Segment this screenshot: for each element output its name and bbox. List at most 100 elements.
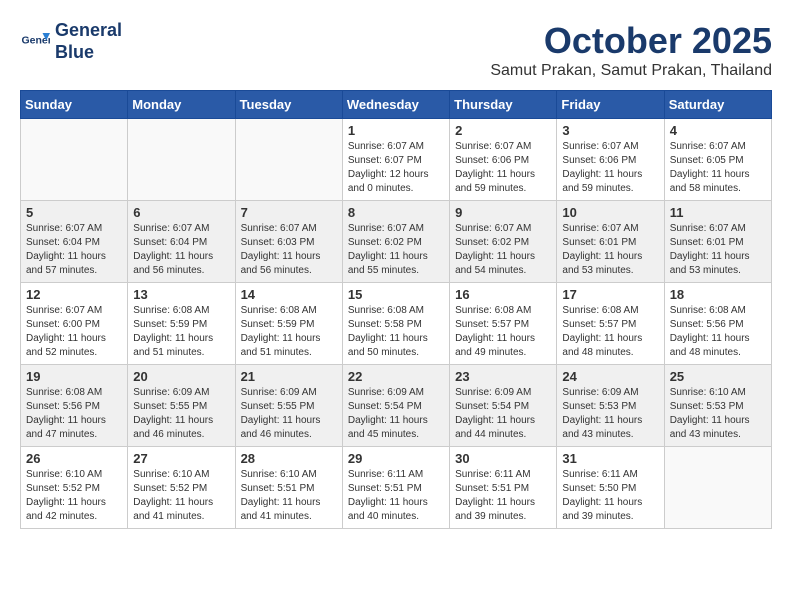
weekday-header: Tuesday xyxy=(235,91,342,119)
day-number: 10 xyxy=(562,205,658,220)
day-number: 28 xyxy=(241,451,337,466)
day-number: 26 xyxy=(26,451,122,466)
calendar-day-cell: 23Sunrise: 6:09 AM Sunset: 5:54 PM Dayli… xyxy=(450,365,557,447)
calendar-day-cell: 12Sunrise: 6:07 AM Sunset: 6:00 PM Dayli… xyxy=(21,283,128,365)
logo-text: General Blue xyxy=(55,20,122,63)
day-info: Sunrise: 6:07 AM Sunset: 6:06 PM Dayligh… xyxy=(562,140,658,196)
calendar-week-row: 19 Sunrise: 6:08 AM Sunset: 5:56 PM Dayli… xyxy=(21,365,772,447)
day-number: 18 xyxy=(670,287,766,302)
calendar-week-row: 5 Sunrise: 6:07 AM Sunset: 6:04 PM Daylig… xyxy=(21,201,772,283)
month-title: October 2025 xyxy=(490,20,772,62)
day-number: 11 xyxy=(670,205,766,220)
day-info: Sunrise: 6:08 AM Sunset: 5:59 PM Dayligh… xyxy=(241,304,337,360)
day-info: Sunrise: 6:09 AM Sunset: 5:53 PM Dayligh… xyxy=(562,386,658,442)
day-info: Sunrise: 6:11 AM Sunset: 5:51 PM Dayligh… xyxy=(455,468,551,524)
calendar-day-cell: 8 Sunrise: 6:07 AM Sunset: 6:02 PM Daylig… xyxy=(342,201,449,283)
calendar-day-cell: 29 Sunrise: 6:11 AM Sunset: 5:51 PM Dayli… xyxy=(342,447,449,529)
calendar-table: SundayMondayTuesdayWednesdayThursdayFrid… xyxy=(20,90,772,529)
day-info: Sunrise: 6:08 AM Sunset: 5:56 PM Dayligh… xyxy=(670,304,766,360)
calendar-week-row: 12Sunrise: 6:07 AM Sunset: 6:00 PM Dayli… xyxy=(21,283,772,365)
day-number: 6 xyxy=(133,205,229,220)
calendar-day-cell: 13 Sunrise: 6:08 AM Sunset: 5:59 PM Dayli… xyxy=(128,283,235,365)
day-info: Sunrise: 6:07 AM Sunset: 6:07 PM Dayligh… xyxy=(348,140,444,196)
day-number: 14 xyxy=(241,287,337,302)
logo-icon: General xyxy=(20,27,50,57)
weekday-header: Saturday xyxy=(664,91,771,119)
calendar-day-cell: 20 Sunrise: 6:09 AM Sunset: 5:55 PM Dayli… xyxy=(128,365,235,447)
calendar-day-cell: 2Sunrise: 6:07 AM Sunset: 6:06 PM Daylig… xyxy=(450,119,557,201)
day-info: Sunrise: 6:07 AM Sunset: 6:01 PM Dayligh… xyxy=(670,222,766,278)
day-number: 19 xyxy=(26,369,122,384)
title-section: October 2025 Samut Prakan, Samut Prakan,… xyxy=(490,20,772,80)
calendar-day-cell: 17Sunrise: 6:08 AM Sunset: 5:57 PM Dayli… xyxy=(557,283,664,365)
day-info: Sunrise: 6:10 AM Sunset: 5:51 PM Dayligh… xyxy=(241,468,337,524)
day-number: 27 xyxy=(133,451,229,466)
calendar-day-cell: 7Sunrise: 6:07 AM Sunset: 6:03 PM Daylig… xyxy=(235,201,342,283)
day-number: 20 xyxy=(133,369,229,384)
day-info: Sunrise: 6:07 AM Sunset: 6:01 PM Dayligh… xyxy=(562,222,658,278)
day-number: 16 xyxy=(455,287,551,302)
weekday-header: Monday xyxy=(128,91,235,119)
day-info: Sunrise: 6:08 AM Sunset: 5:56 PM Dayligh… xyxy=(26,386,122,442)
day-number: 13 xyxy=(133,287,229,302)
calendar-day-cell: 1 Sunrise: 6:07 AM Sunset: 6:07 PM Daylig… xyxy=(342,119,449,201)
day-info: Sunrise: 6:08 AM Sunset: 5:59 PM Dayligh… xyxy=(133,304,229,360)
day-number: 2 xyxy=(455,123,551,138)
location-title: Samut Prakan, Samut Prakan, Thailand xyxy=(490,62,772,80)
weekday-header: Thursday xyxy=(450,91,557,119)
day-number: 29 xyxy=(348,451,444,466)
calendar-header-row: SundayMondayTuesdayWednesdayThursdayFrid… xyxy=(21,91,772,119)
calendar-day-cell: 31 Sunrise: 6:11 AM Sunset: 5:50 PM Dayli… xyxy=(557,447,664,529)
calendar-day-cell xyxy=(664,447,771,529)
logo: General General Blue xyxy=(20,20,122,63)
calendar-day-cell: 4 Sunrise: 6:07 AM Sunset: 6:05 PM Daylig… xyxy=(664,119,771,201)
day-info: Sunrise: 6:11 AM Sunset: 5:51 PM Dayligh… xyxy=(348,468,444,524)
calendar-day-cell: 15 Sunrise: 6:08 AM Sunset: 5:58 PM Dayli… xyxy=(342,283,449,365)
day-number: 22 xyxy=(348,369,444,384)
weekday-header: Sunday xyxy=(21,91,128,119)
day-number: 1 xyxy=(348,123,444,138)
day-info: Sunrise: 6:08 AM Sunset: 5:57 PM Dayligh… xyxy=(455,304,551,360)
day-number: 12 xyxy=(26,287,122,302)
day-number: 23 xyxy=(455,369,551,384)
calendar-day-cell xyxy=(235,119,342,201)
day-number: 31 xyxy=(562,451,658,466)
day-info: Sunrise: 6:10 AM Sunset: 5:52 PM Dayligh… xyxy=(133,468,229,524)
day-info: Sunrise: 6:10 AM Sunset: 5:53 PM Dayligh… xyxy=(670,386,766,442)
day-number: 4 xyxy=(670,123,766,138)
day-number: 25 xyxy=(670,369,766,384)
day-info: Sunrise: 6:09 AM Sunset: 5:55 PM Dayligh… xyxy=(241,386,337,442)
calendar-day-cell: 19 Sunrise: 6:08 AM Sunset: 5:56 PM Dayli… xyxy=(21,365,128,447)
calendar-day-cell: 27 Sunrise: 6:10 AM Sunset: 5:52 PM Dayli… xyxy=(128,447,235,529)
calendar-day-cell: 21 Sunrise: 6:09 AM Sunset: 5:55 PM Dayli… xyxy=(235,365,342,447)
day-info: Sunrise: 6:07 AM Sunset: 6:02 PM Dayligh… xyxy=(348,222,444,278)
calendar-day-cell: 3 Sunrise: 6:07 AM Sunset: 6:06 PM Daylig… xyxy=(557,119,664,201)
day-number: 8 xyxy=(348,205,444,220)
calendar-day-cell: 10 Sunrise: 6:07 AM Sunset: 6:01 PM Dayli… xyxy=(557,201,664,283)
calendar-day-cell: 28 Sunrise: 6:10 AM Sunset: 5:51 PM Dayli… xyxy=(235,447,342,529)
day-info: Sunrise: 6:08 AM Sunset: 5:58 PM Dayligh… xyxy=(348,304,444,360)
calendar-day-cell: 25 Sunrise: 6:10 AM Sunset: 5:53 PM Dayli… xyxy=(664,365,771,447)
day-info: Sunrise: 6:10 AM Sunset: 5:52 PM Dayligh… xyxy=(26,468,122,524)
calendar-day-cell: 6Sunrise: 6:07 AM Sunset: 6:04 PM Daylig… xyxy=(128,201,235,283)
day-info: Sunrise: 6:07 AM Sunset: 6:05 PM Dayligh… xyxy=(670,140,766,196)
calendar-day-cell: 30 Sunrise: 6:11 AM Sunset: 5:51 PM Dayli… xyxy=(450,447,557,529)
day-number: 21 xyxy=(241,369,337,384)
calendar-day-cell: 22Sunrise: 6:09 AM Sunset: 5:54 PM Dayli… xyxy=(342,365,449,447)
calendar-day-cell: 5 Sunrise: 6:07 AM Sunset: 6:04 PM Daylig… xyxy=(21,201,128,283)
calendar-day-cell: 9Sunrise: 6:07 AM Sunset: 6:02 PM Daylig… xyxy=(450,201,557,283)
weekday-header: Wednesday xyxy=(342,91,449,119)
calendar-day-cell: 11 Sunrise: 6:07 AM Sunset: 6:01 PM Dayli… xyxy=(664,201,771,283)
day-number: 15 xyxy=(348,287,444,302)
page-header: General General Blue October 2025 Samut … xyxy=(20,20,772,80)
day-info: Sunrise: 6:11 AM Sunset: 5:50 PM Dayligh… xyxy=(562,468,658,524)
day-number: 3 xyxy=(562,123,658,138)
day-info: Sunrise: 6:09 AM Sunset: 5:55 PM Dayligh… xyxy=(133,386,229,442)
calendar-day-cell: 18 Sunrise: 6:08 AM Sunset: 5:56 PM Dayli… xyxy=(664,283,771,365)
day-number: 5 xyxy=(26,205,122,220)
day-info: Sunrise: 6:07 AM Sunset: 6:04 PM Dayligh… xyxy=(26,222,122,278)
day-number: 7 xyxy=(241,205,337,220)
day-info: Sunrise: 6:07 AM Sunset: 6:02 PM Dayligh… xyxy=(455,222,551,278)
calendar-week-row: 26 Sunrise: 6:10 AM Sunset: 5:52 PM Dayli… xyxy=(21,447,772,529)
day-number: 30 xyxy=(455,451,551,466)
